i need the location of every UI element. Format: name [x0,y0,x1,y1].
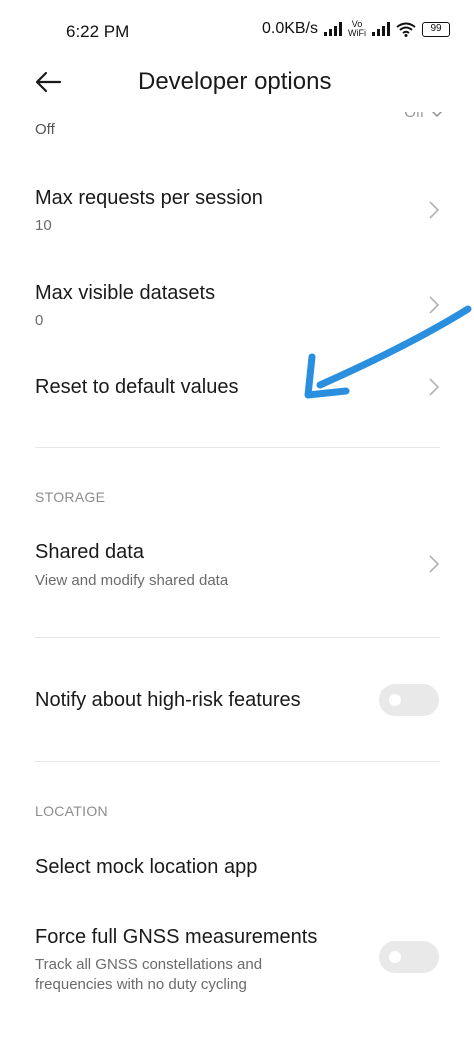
app-header: Developer options [0,60,474,106]
page-title: Developer options [138,68,332,95]
signal-icon-2 [372,22,390,36]
mock-location-row[interactable]: Select mock location app [0,847,474,891]
gnss-subtitle-line2: frequencies with no duty cycling [35,976,247,993]
status-icons: 0.0KB/s Vo WiFi 99 [262,20,450,38]
status-time: 6:22 PM [66,22,130,41]
gnss-subtitle-line1: Track all GNSS constellations and [35,956,263,973]
wifi-icon [396,22,416,37]
toggle-knob [389,694,401,706]
battery-icon: 99 [422,21,450,37]
section-divider [35,637,440,638]
max-requests-title: Max requests per session [35,187,263,209]
high-risk-row[interactable]: Notify about high-risk features [0,680,474,724]
shared-data-row[interactable]: Shared data View and modify shared data [0,533,474,603]
mock-location-title: Select mock location app [35,856,258,878]
signal-icon [324,22,342,36]
gnss-toggle[interactable] [379,941,439,973]
toggle-knob [389,951,401,963]
network-speed: 0.0KB/s [261,20,318,37]
section-divider [35,761,440,762]
shared-data-title: Shared data [35,541,144,563]
max-datasets-value: 0 [35,312,44,329]
location-section-header: LOCATION [35,803,108,819]
reset-defaults-title: Reset to default values [35,376,239,398]
high-risk-title: Notify about high-risk features [35,689,301,711]
max-requests-row[interactable]: Max requests per session 10 [0,180,474,250]
chevron-down-icon [432,112,442,117]
vowifi-icon: Vo WiFi [348,19,366,38]
gnss-row[interactable]: Force full GNSS measurements Track all G… [0,918,474,998]
partial-row-dropdown-label: Off [404,104,424,121]
status-bar: 6:22 PM 0.0KB/s Vo WiFi 99 [0,0,474,62]
high-risk-toggle[interactable] [379,684,439,716]
chevron-right-icon [429,555,440,573]
max-requests-value: 10 [35,217,52,234]
shared-data-subtitle: View and modify shared data [35,572,229,589]
back-arrow-icon[interactable] [34,68,62,96]
gnss-title: Force full GNSS measurements [35,926,318,948]
chevron-right-icon [429,201,440,219]
partial-row-value: Off [35,121,55,138]
max-datasets-title: Max visible datasets [35,282,216,304]
developer-options-screen: 6:22 PM 0.0KB/s Vo WiFi 99 Developer opt… [0,0,474,1053]
section-divider [35,447,440,448]
annotation-arrow-icon [304,305,472,399]
storage-section-header: STORAGE [35,489,106,505]
partial-row-dropdown[interactable]: Off [404,104,444,121]
